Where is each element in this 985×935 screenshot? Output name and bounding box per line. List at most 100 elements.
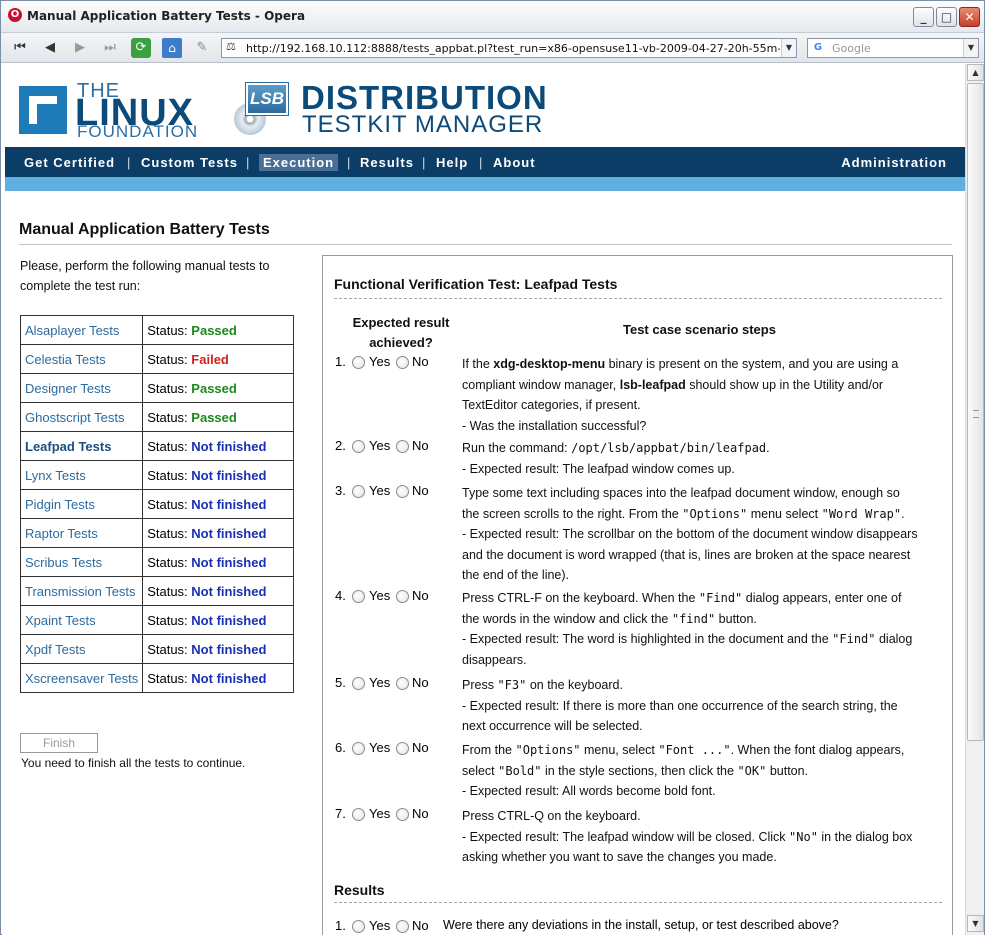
no-label[interactable]: No: [412, 918, 429, 933]
no-label[interactable]: No: [412, 675, 429, 690]
rewind-icon[interactable]: ⏮: [9, 37, 31, 59]
step-text: /opt/lsb/appbat/bin/leafpad: [571, 441, 767, 455]
no-radio[interactable]: [396, 677, 409, 690]
no-radio[interactable]: [396, 920, 409, 933]
yes-label[interactable]: Yes: [369, 588, 390, 603]
test-status-cell: Status: Not finished: [142, 518, 295, 548]
address-bar[interactable]: ⚖ http://192.168.10.112:8888/tests_appba…: [221, 38, 797, 58]
test-name-link[interactable]: Designer Tests: [19, 373, 144, 403]
yes-radio[interactable]: [352, 808, 365, 821]
yes-radio[interactable]: [352, 590, 365, 603]
step-line: asking whether you want to save the chan…: [462, 847, 946, 868]
scroll-up-icon[interactable]: ▲: [967, 64, 984, 81]
edit-icon[interactable]: ✎: [191, 37, 213, 59]
no-label[interactable]: No: [412, 740, 429, 755]
test-name-link[interactable]: Ghostscript Tests: [19, 402, 144, 432]
no-label[interactable]: No: [412, 354, 429, 369]
test-row: Ghostscript Tests Status: Passed: [19, 402, 295, 432]
maximize-button[interactable]: □: [936, 7, 957, 27]
step-number: 4.: [335, 588, 346, 603]
home-icon[interactable]: ⌂: [162, 38, 182, 58]
test-name-link[interactable]: Xpdf Tests: [19, 634, 144, 664]
step-description: Press "F3" on the keyboard. - Expected re…: [462, 675, 946, 737]
url-text[interactable]: http://192.168.10.112:8888/tests_appbat.…: [246, 42, 780, 55]
yes-radio[interactable]: [352, 742, 365, 755]
address-dropdown-icon[interactable]: ▼: [781, 39, 796, 57]
no-radio[interactable]: [396, 440, 409, 453]
scroll-down-icon[interactable]: ▼: [967, 915, 984, 932]
status-label: Status:: [147, 554, 188, 570]
google-icon[interactable]: G: [811, 41, 825, 55]
step-text: in the style sections, then click the: [541, 763, 738, 778]
test-name-link[interactable]: Xscreensaver Tests: [19, 663, 144, 693]
reload-icon[interactable]: ⟳: [131, 38, 151, 58]
search-box[interactable]: G Google ▼: [807, 38, 979, 58]
yes-label[interactable]: Yes: [369, 438, 390, 453]
nav-execution[interactable]: Execution: [259, 154, 339, 171]
no-label[interactable]: No: [412, 483, 429, 498]
no-radio[interactable]: [396, 742, 409, 755]
no-label[interactable]: No: [412, 806, 429, 821]
step-text: button.: [715, 611, 757, 626]
no-radio[interactable]: [396, 808, 409, 821]
fast-forward-icon[interactable]: ⏭: [99, 37, 121, 59]
yes-label[interactable]: Yes: [369, 740, 390, 755]
close-button[interactable]: ✕: [959, 7, 980, 27]
no-label[interactable]: No: [412, 588, 429, 603]
yes-radio[interactable]: [352, 920, 365, 933]
yes-radio[interactable]: [352, 440, 365, 453]
test-name-link[interactable]: Celestia Tests: [19, 344, 144, 374]
test-name-link[interactable]: Raptor Tests: [19, 518, 144, 548]
lsb-badge: LSB: [246, 83, 288, 115]
forward-icon[interactable]: ▶: [69, 37, 91, 59]
no-radio[interactable]: [396, 356, 409, 369]
yes-label[interactable]: Yes: [369, 918, 390, 933]
status-label: Status:: [147, 670, 188, 686]
test-name-link[interactable]: Scribus Tests: [19, 547, 144, 577]
yes-radio[interactable]: [352, 485, 365, 498]
search-placeholder[interactable]: Google: [832, 42, 871, 55]
step-text: disappears.: [462, 652, 527, 667]
back-icon[interactable]: ◀: [39, 37, 61, 59]
step-text: .: [901, 506, 905, 521]
test-row: Scribus Tests Status: Not finished: [19, 547, 295, 577]
finish-button[interactable]: Finish: [20, 733, 98, 753]
nav-separator: |: [127, 155, 131, 170]
browser-toolbar: ⏮ ◀ ▶ ⏭ ⟳ ⌂ ✎ ⚖ http://192.168.10.112:88…: [1, 33, 984, 63]
test-status-cell: Status: Not finished: [142, 576, 295, 606]
yes-label[interactable]: Yes: [369, 806, 390, 821]
test-name-link[interactable]: Xpaint Tests: [19, 605, 144, 635]
test-row: Leafpad Tests Status: Not finished: [19, 431, 295, 461]
no-radio[interactable]: [396, 485, 409, 498]
status-label: Status:: [147, 612, 188, 628]
step-text: asking whether you want to save the chan…: [462, 850, 777, 864]
nav-about[interactable]: About: [493, 155, 536, 170]
column-header-expected: Expected result achieved?: [345, 313, 457, 353]
test-name-link[interactable]: Pidgin Tests: [19, 489, 144, 519]
status-badge: Passed: [191, 322, 237, 338]
search-dropdown-icon[interactable]: ▼: [963, 39, 978, 57]
nav-results[interactable]: Results: [360, 155, 414, 170]
yes-radio[interactable]: [352, 356, 365, 369]
nav-custom-tests[interactable]: Custom Tests: [141, 155, 238, 170]
test-name-link[interactable]: Lynx Tests: [19, 460, 144, 490]
step-number: 1.: [335, 354, 346, 369]
nav-help[interactable]: Help: [436, 155, 468, 170]
test-name-link[interactable]: Alsaplayer Tests: [19, 315, 144, 345]
vertical-scrollbar[interactable]: ▲ ▼: [965, 64, 984, 935]
nav-administration[interactable]: Administration: [841, 155, 947, 170]
test-name-link[interactable]: Transmission Tests: [19, 576, 144, 606]
site-info-icon[interactable]: ⚖: [226, 40, 236, 53]
yes-label[interactable]: Yes: [369, 354, 390, 369]
step-text: TextEditor categories, if present.: [462, 398, 641, 412]
yes-label[interactable]: Yes: [369, 483, 390, 498]
yes-label[interactable]: Yes: [369, 675, 390, 690]
no-radio[interactable]: [396, 590, 409, 603]
no-label[interactable]: No: [412, 438, 429, 453]
nav-get-certified[interactable]: Get Certified: [24, 155, 115, 170]
scrollbar-thumb[interactable]: [967, 83, 984, 741]
step-number: 3.: [335, 483, 346, 498]
minimize-button[interactable]: _: [913, 7, 934, 27]
test-name-link[interactable]: Leafpad Tests: [19, 431, 144, 461]
yes-radio[interactable]: [352, 677, 365, 690]
